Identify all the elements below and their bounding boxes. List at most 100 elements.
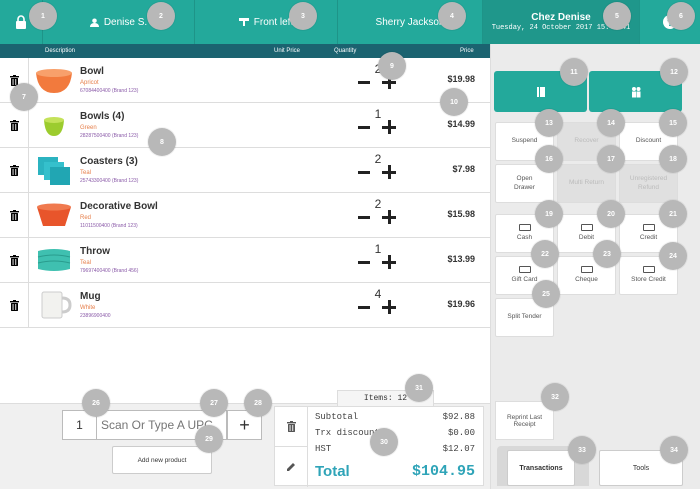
callout-marker: 29 <box>195 425 223 453</box>
trash-icon <box>286 421 296 432</box>
trash-icon <box>9 164 19 176</box>
add-new-product-button[interactable]: Add new product <box>112 446 212 474</box>
trash-icon <box>9 299 19 311</box>
store-credit-icon <box>642 266 655 274</box>
callout-marker: 18 <box>659 145 687 173</box>
credit-card-icon <box>642 224 655 232</box>
item-name: Coasters (3) <box>80 156 138 167</box>
cart-row[interactable]: Bowls (4) Green 28287500400 (Brand 123) … <box>0 103 490 148</box>
item-price: $19.98 <box>447 74 475 84</box>
item-sku: 11011500400 (Brand 123) <box>80 223 138 229</box>
item-name: Decorative Bowl <box>80 201 158 212</box>
delete-item-button[interactable] <box>0 283 29 327</box>
item-price: $7.98 <box>452 164 475 174</box>
add-new-product-label: Add new product <box>137 456 187 464</box>
split-tender-label: Split Tender <box>507 313 542 321</box>
delete-item-button[interactable] <box>0 148 29 192</box>
qty-plus-button[interactable] <box>382 120 396 134</box>
callout-marker: 13 <box>535 109 563 137</box>
cart-row[interactable]: Throw Teal 79697400400 (Brand 456) 1 $13… <box>0 238 490 283</box>
item-sku: 23896900400 <box>80 313 111 319</box>
tab-tools-label: Tools <box>632 464 650 472</box>
qty-plus-button[interactable] <box>382 255 396 269</box>
item-price: $19.96 <box>447 299 475 309</box>
item-qty: 1 <box>374 242 382 256</box>
item-name: Throw <box>80 246 110 257</box>
table-button[interactable]: Front left <box>195 0 338 44</box>
top-bar: Denise S. Front left Sherry Jackson Chez… <box>0 0 700 44</box>
callout-marker: 26 <box>82 389 110 417</box>
debit-label: Debit <box>578 234 595 242</box>
store-name: Chez Denise <box>531 12 591 23</box>
callout-marker: 5 <box>603 2 631 30</box>
cash-icon <box>518 224 531 232</box>
qty-plus-button[interactable] <box>382 210 396 224</box>
callout-marker: 20 <box>597 200 625 228</box>
item-name: Bowls (4) <box>80 111 125 122</box>
item-variant: Red <box>80 215 92 221</box>
delete-item-button[interactable] <box>0 238 29 282</box>
item-name: Mug <box>80 291 101 302</box>
callout-marker: 14 <box>597 109 625 137</box>
product-image-throw <box>37 249 71 271</box>
cheque-icon <box>580 266 593 274</box>
callout-marker: 28 <box>244 389 272 417</box>
delete-item-button[interactable] <box>0 193 29 237</box>
lock-icon <box>16 15 26 29</box>
item-sku: 28287500400 (Brand 123) <box>80 133 139 139</box>
item-variant: Teal <box>80 170 92 176</box>
col-price: Price <box>460 48 474 54</box>
column-header: Description Unit Price Quantity Price <box>0 44 490 58</box>
subtotal-label: Subtotal <box>315 412 359 422</box>
edit-transaction-button[interactable] <box>275 447 307 487</box>
qty-minus-button[interactable] <box>358 81 370 84</box>
user-name: Denise S. <box>103 16 148 28</box>
cart-row[interactable]: Coasters (3) Teal 25743300400 (Brand 123… <box>0 148 490 193</box>
item-qty: 2 <box>374 152 382 166</box>
cart-items: Bowl Apricot 67084400400 (Brand 123) 2 $… <box>0 58 490 403</box>
qty-minus-button[interactable] <box>358 126 370 129</box>
qty-minus-button[interactable] <box>358 216 370 219</box>
cart-row[interactable]: Bowl Apricot 67084400400 (Brand 123) 2 $… <box>0 58 490 103</box>
qty-minus-button[interactable] <box>358 306 370 309</box>
callout-marker: 23 <box>593 240 621 268</box>
tag-icon <box>536 86 545 97</box>
item-price: $15.98 <box>447 209 475 219</box>
callout-marker: 17 <box>597 145 625 173</box>
discount-label: Discount <box>635 137 662 145</box>
qty-plus-button[interactable] <box>382 165 396 179</box>
total-value: $104.95 <box>411 463 475 480</box>
item-sku: 25743300400 (Brand 123) <box>80 178 139 184</box>
trash-icon <box>9 209 19 221</box>
callout-marker: 7 <box>10 83 38 111</box>
product-image-bowl <box>36 69 72 93</box>
callout-marker: 19 <box>535 200 563 228</box>
summary-actions <box>275 407 308 487</box>
item-sku: 67084400400 (Brand 123) <box>80 88 139 94</box>
cash-label: Cash <box>516 234 533 242</box>
tab-transactions-label: Transactions <box>519 464 563 472</box>
callout-marker: 31 <box>405 374 433 402</box>
clear-cart-button[interactable] <box>275 407 307 447</box>
callout-marker: 21 <box>659 200 687 228</box>
qty-plus-button[interactable] <box>382 300 396 314</box>
item-sku: 79697400400 (Brand 456) <box>80 268 139 274</box>
cart-row[interactable]: Mug White 23896900400 4 $19.96 <box>0 283 490 328</box>
item-variant: Teal <box>80 260 92 266</box>
product-image-mug <box>41 291 72 319</box>
trash-icon <box>9 119 19 131</box>
callout-marker: 6 <box>667 2 695 30</box>
callout-marker: 33 <box>568 436 596 464</box>
qty-minus-button[interactable] <box>358 261 370 264</box>
store-credit-label: Store Credit <box>631 276 666 284</box>
customers-icon <box>631 86 640 97</box>
qty-minus-button[interactable] <box>358 171 370 174</box>
callout-marker: 34 <box>660 436 688 464</box>
user-icon <box>89 17 99 27</box>
col-quantity: Quantity <box>334 48 357 54</box>
hst-label: HST <box>315 444 332 454</box>
callout-marker: 30 <box>370 428 398 456</box>
cart-row[interactable]: Decorative Bowl Red 11011500400 (Brand 1… <box>0 193 490 238</box>
tab-transactions[interactable]: Transactions <box>507 450 575 486</box>
callout-marker: 16 <box>535 145 563 173</box>
